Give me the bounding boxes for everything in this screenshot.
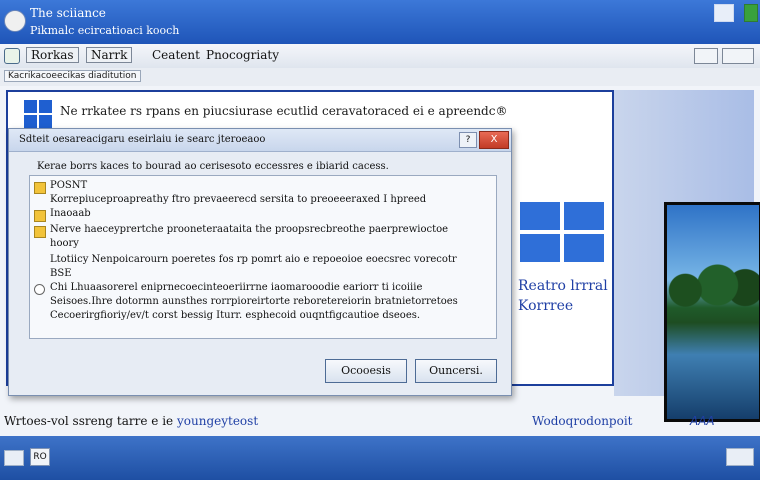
dialog-window: Sdteit oesareacigaru eseirlaiu ie searc … — [8, 128, 512, 396]
window-titlebar: The sciiance Pikmalc ecircatioaci kooch — [0, 0, 760, 44]
primary-button[interactable]: Ocooesis — [325, 359, 407, 383]
option-description: Korrepiuceproapreathy ftro prevaeerecd s… — [50, 194, 427, 205]
dialog-title: Sdteit oesareacigaru eseirlaiu ie searc … — [19, 134, 266, 145]
landscape-photo — [664, 202, 760, 422]
toolbar-options-button[interactable] — [722, 48, 754, 64]
option-description: Ltotiicy Nenpoicarourn poeretes fos rp p… — [50, 254, 457, 265]
window-subtitle: Pikmalc ecircatioaci kooch — [30, 24, 180, 37]
back-icon[interactable] — [4, 48, 20, 64]
option-description: Nerve haeceyprertche prooneteraataita th… — [50, 224, 449, 235]
taskbar-item[interactable]: RO — [30, 448, 50, 466]
option-checkbox-1[interactable] — [34, 182, 46, 194]
close-window-button[interactable] — [744, 4, 758, 22]
option-description: Seisoes.Ihre dotormn aunsthes rorrpiorei… — [50, 296, 458, 307]
banner-text: Ne rrkatee rs rpans en piucsiurase ecutl… — [60, 104, 508, 118]
app-icon — [4, 10, 26, 32]
windows-logo-large-icon — [520, 202, 604, 262]
menu-bar: Rorkas Narrk Ceatent Pnocogriaty — [0, 44, 760, 69]
option-description: Chi Lhuaasorerel eniprnecoecinteoeriirrn… — [50, 282, 423, 293]
start-icon[interactable] — [4, 450, 24, 466]
dialog-titlebar: Sdteit oesareacigaru eseirlaiu ie searc … — [9, 129, 511, 152]
option-description: Cecoerirgfioriy/ev/t corst bessig Iturr.… — [50, 310, 421, 321]
breadcrumb[interactable]: Kacrikacoeecikas diaditution — [4, 70, 141, 82]
footer-text: Wrtoes-vol ssreng tarre e ie — [4, 414, 174, 428]
brand-name: Reatro lrrral — [518, 278, 608, 294]
taskbar: RO — [0, 436, 760, 480]
footer-tag: AAA — [690, 414, 715, 428]
option-radio[interactable] — [34, 284, 45, 295]
menu-item-ceatent[interactable]: Ceatent — [148, 48, 204, 62]
option-checkbox-3[interactable] — [34, 226, 46, 238]
breadcrumb-bar: Kacrikacoeecikas diaditution — [0, 68, 760, 87]
dialog-options-panel: POSNT Korrepiuceproapreathy ftro prevaee… — [29, 175, 497, 339]
dialog-heading: Kerae borrs kaces to bourad ao cerisesot… — [37, 161, 389, 172]
menu-item-pnocogriaty[interactable]: Pnocogriaty — [202, 48, 283, 62]
footer-link[interactable]: youngeyteost — [177, 414, 258, 428]
secondary-button[interactable]: Ouncersi. — [415, 359, 497, 383]
forest-image — [667, 259, 759, 311]
footer-right-link[interactable]: Wodoqrodonpoit — [532, 414, 633, 428]
window-title: The sciiance — [30, 6, 106, 20]
dialog-close-button[interactable]: X — [479, 131, 509, 149]
option-label: Inaoaab — [50, 208, 91, 219]
option-label: BSE — [50, 268, 72, 279]
brand-subname: Korrree — [518, 298, 574, 314]
help-button[interactable]: ? — [459, 132, 477, 148]
toolbar-toggle-button[interactable] — [694, 48, 718, 64]
restore-button[interactable] — [714, 4, 734, 22]
option-label: POSNT — [50, 180, 88, 191]
option-label: hoory — [50, 238, 79, 249]
windows-logo-icon — [24, 100, 52, 128]
menu-item-rorkas[interactable]: Rorkas — [26, 47, 79, 63]
footer-message: Wrtoes-vol ssreng tarre e ie youngeyteos… — [4, 414, 258, 428]
tray-icon[interactable] — [726, 448, 754, 466]
option-checkbox-2[interactable] — [34, 210, 46, 222]
menu-item-narrk[interactable]: Narrk — [86, 47, 133, 63]
